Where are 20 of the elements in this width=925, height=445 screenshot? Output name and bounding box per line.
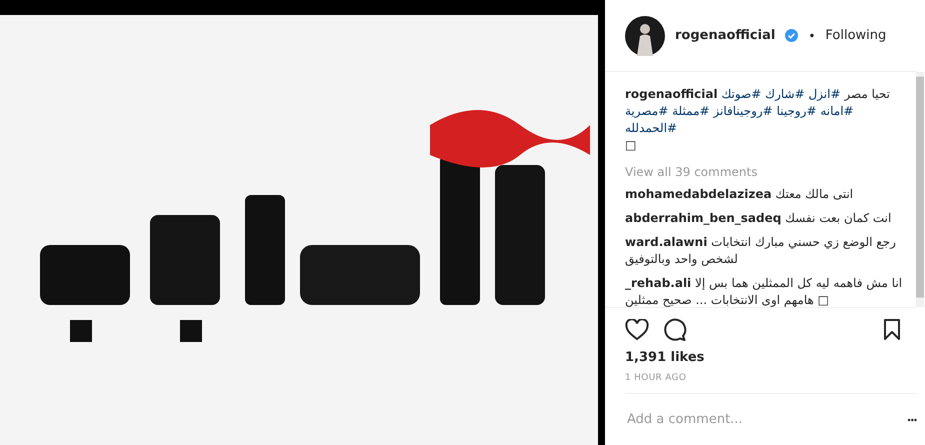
- username-link[interactable]: rogenaofficial: [675, 28, 776, 43]
- hashtag-link[interactable]: #صوتك: [721, 87, 762, 101]
- hashtag-link[interactable]: #روجينافانز: [713, 104, 773, 118]
- more-options-button[interactable]: •••: [908, 414, 917, 424]
- bookmark-icon[interactable]: [883, 319, 901, 341]
- hashtag-link[interactable]: #مصرية: [625, 104, 668, 118]
- separator-dot: •: [808, 28, 816, 42]
- avatar[interactable]: [625, 16, 665, 56]
- scrollbar[interactable]: [915, 72, 925, 307]
- hashtag-link[interactable]: #روجينا: [776, 104, 817, 118]
- hashtag-link[interactable]: #ممثلة: [672, 104, 710, 118]
- following-button[interactable]: Following: [825, 28, 886, 43]
- likes-count[interactable]: 1,391 likes: [605, 346, 925, 365]
- comment-icon[interactable]: [663, 318, 687, 342]
- hashtag-link[interactable]: #امانه: [820, 104, 854, 118]
- hashtag-link[interactable]: #الحمدلله: [625, 121, 678, 135]
- hashtag-link[interactable]: #شارك: [765, 87, 805, 101]
- hashtag-link[interactable]: #انزل: [808, 87, 841, 101]
- heart-icon[interactable]: [625, 319, 649, 341]
- post-time: 1 HOUR AGO: [624, 372, 688, 385]
